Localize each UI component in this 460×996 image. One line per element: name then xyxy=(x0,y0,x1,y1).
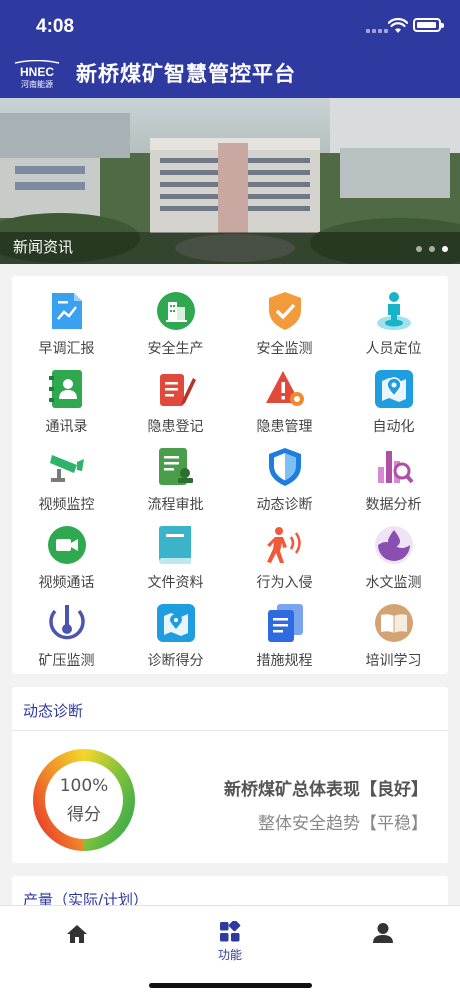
function-item[interactable]: 隐患登记 xyxy=(121,368,230,446)
tab-functions[interactable]: 功能 xyxy=(200,916,260,966)
function-item-label: 安全生产 xyxy=(147,341,204,357)
app-title: 新桥煤矿智慧管控平台 xyxy=(76,62,296,86)
function-item[interactable]: 诊断得分 xyxy=(121,602,230,680)
banner-pagination[interactable] xyxy=(416,246,448,252)
status-bar: 4:08 xyxy=(0,0,460,52)
water-drop-icon xyxy=(373,524,415,566)
function-item[interactable]: 隐患管理 xyxy=(230,368,339,446)
function-item-label: 行为入侵 xyxy=(256,575,313,591)
function-item[interactable]: 视频监控 xyxy=(12,446,121,524)
function-grid: 早调汇报 安全生产 安全监测 人员定位通讯录 隐患登记 隐患管理 自动化视频监控 流程审批 动态… xyxy=(12,290,448,680)
map-score-icon xyxy=(155,602,197,644)
register-pen-icon xyxy=(155,368,197,410)
status-time: 4:08 xyxy=(36,16,75,37)
function-item-label: 自动化 xyxy=(372,419,415,435)
function-item-label: 文件资料 xyxy=(147,575,204,591)
function-item-label: 水文监测 xyxy=(365,575,422,591)
intrusion-person-icon xyxy=(264,524,306,566)
function-item[interactable]: 早调汇报 xyxy=(12,290,121,368)
function-item[interactable]: 视频通话 xyxy=(12,524,121,602)
cctv-camera-icon xyxy=(46,446,88,488)
news-banner[interactable]: 新闻资讯 xyxy=(0,98,460,264)
function-item-label: 通讯录 xyxy=(45,419,88,435)
open-book-icon xyxy=(373,602,415,644)
shield-check-icon xyxy=(264,290,306,332)
function-item[interactable]: 人员定位 xyxy=(339,290,448,368)
contacts-icon xyxy=(46,368,88,410)
function-item[interactable]: 矿压监测 xyxy=(12,602,121,680)
function-item-label: 人员定位 xyxy=(365,341,422,357)
function-item-label: 安全监测 xyxy=(256,341,313,357)
diagnosis-card[interactable]: 动态诊断 100% 得分 新桥煤矿总体表现【良好】 整体安全趋势【平稳】 xyxy=(12,687,448,863)
approval-document-icon xyxy=(155,446,197,488)
report-chart-icon xyxy=(46,290,88,332)
banner-caption: 新闻资讯 xyxy=(13,238,74,256)
page-dot[interactable] xyxy=(416,246,422,252)
header-bar: 4:08 HNEC 河南能源 新桥煤矿智慧管控平台 xyxy=(0,0,460,98)
function-item[interactable]: 通讯录 xyxy=(12,368,121,446)
cellular-signal-icon xyxy=(366,27,388,33)
function-item[interactable]: 文件资料 xyxy=(121,524,230,602)
wifi-icon xyxy=(388,18,408,33)
function-item[interactable]: 流程审批 xyxy=(121,446,230,524)
function-item-label: 措施规程 xyxy=(256,653,313,669)
function-item-label: 隐患管理 xyxy=(256,419,313,435)
function-item-label: 视频通话 xyxy=(38,575,95,591)
function-item-label: 流程审批 xyxy=(147,497,204,513)
warning-gear-icon xyxy=(264,368,306,410)
bar-magnifier-icon xyxy=(373,446,415,488)
diagnosis-header: 动态诊断 xyxy=(12,687,448,731)
map-pin-icon xyxy=(373,368,415,410)
video-call-icon xyxy=(46,524,88,566)
home-indicator[interactable] xyxy=(149,983,312,988)
svg-text:HNEC: HNEC xyxy=(20,65,54,79)
diagnosis-title: 动态诊断 xyxy=(23,702,84,720)
page-dot-active[interactable] xyxy=(442,246,448,252)
score-value: 100% xyxy=(59,776,109,796)
user-icon xyxy=(373,923,393,943)
documents-icon xyxy=(264,602,306,644)
battery-icon xyxy=(413,18,444,32)
tab-functions-label: 功能 xyxy=(217,948,242,962)
function-item[interactable]: 培训学习 xyxy=(339,602,448,680)
function-item-label: 培训学习 xyxy=(365,653,422,669)
function-item[interactable]: 水文监测 xyxy=(339,524,448,602)
tab-profile[interactable] xyxy=(353,916,413,966)
grid-function-icon xyxy=(220,921,241,942)
home-icon xyxy=(67,925,87,943)
score-label: 得分 xyxy=(67,805,101,825)
function-item[interactable]: 安全生产 xyxy=(121,290,230,368)
function-item[interactable]: 自动化 xyxy=(339,368,448,446)
function-item-label: 视频监控 xyxy=(38,497,95,513)
person-location-icon xyxy=(373,290,415,332)
tab-home[interactable] xyxy=(47,916,107,966)
shield-icon xyxy=(264,446,306,488)
function-item-label: 早调汇报 xyxy=(38,341,95,357)
pressure-gauge-icon xyxy=(46,602,88,644)
function-item-label: 动态诊断 xyxy=(256,497,313,513)
page-dot[interactable] xyxy=(429,246,435,252)
function-item[interactable]: 措施规程 xyxy=(230,602,339,680)
function-item[interactable]: 安全监测 xyxy=(230,290,339,368)
overall-performance: 新桥煤矿总体表现【良好】 xyxy=(224,780,428,800)
book-file-icon xyxy=(155,524,197,566)
function-item-label: 隐患登记 xyxy=(147,419,204,435)
hnec-logo: HNEC 河南能源 xyxy=(14,60,60,89)
svg-text:河南能源: 河南能源 xyxy=(21,79,53,89)
function-item-label: 诊断得分 xyxy=(147,653,204,669)
function-item[interactable]: 动态诊断 xyxy=(230,446,339,524)
function-grid-card: 早调汇报 安全生产 安全监测 人员定位通讯录 隐患登记 隐患管理 自动化视频监控 流程审批 动态… xyxy=(12,276,448,674)
building-icon xyxy=(155,290,197,332)
function-item-label: 矿压监测 xyxy=(38,653,95,669)
function-item[interactable]: 行为入侵 xyxy=(230,524,339,602)
function-item[interactable]: 数据分析 xyxy=(339,446,448,524)
function-item-label: 数据分析 xyxy=(365,497,422,513)
safety-trend: 整体安全趋势【平稳】 xyxy=(258,814,428,834)
